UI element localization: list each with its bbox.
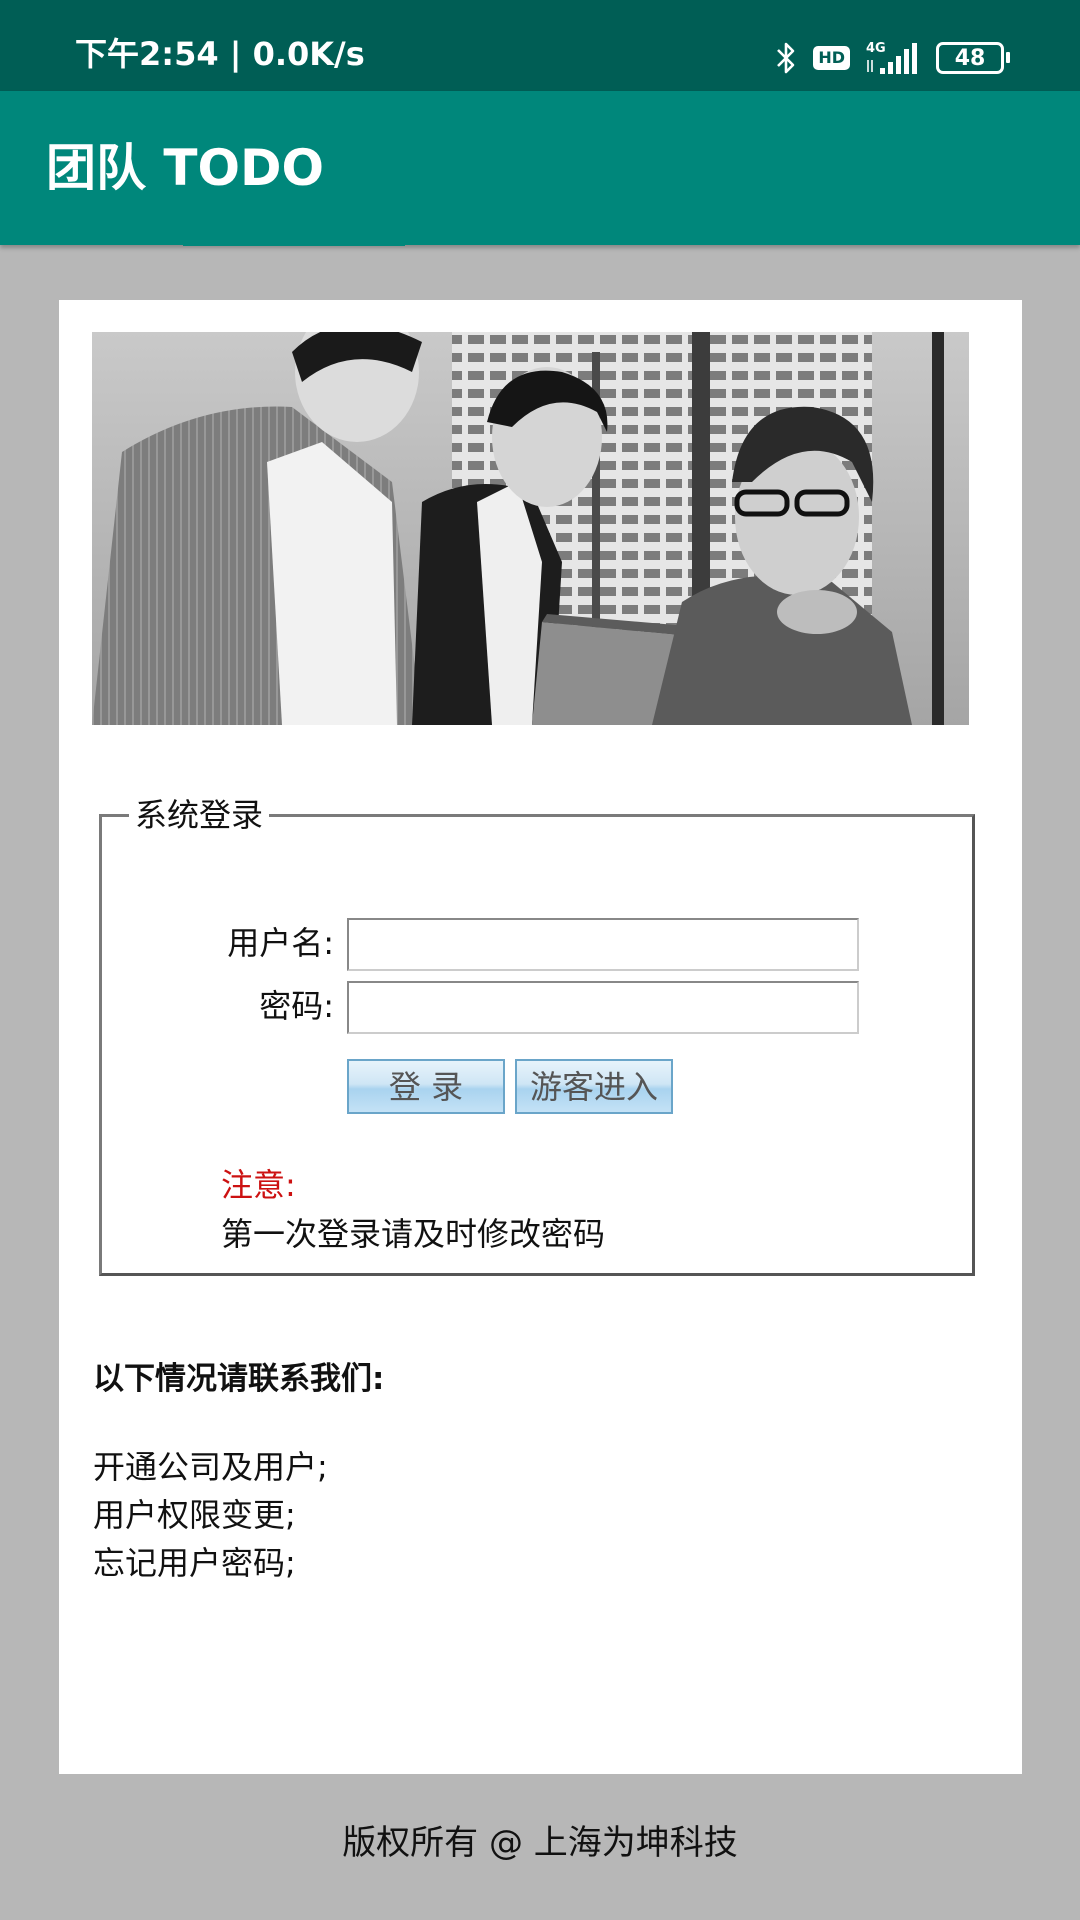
contact-item: 开通公司及用户; bbox=[93, 1448, 328, 1486]
login-button[interactable]: 登 录 bbox=[347, 1059, 505, 1115]
password-input[interactable] bbox=[347, 981, 859, 1035]
battery-icon: 48 bbox=[936, 42, 1010, 74]
status-bar: 下午2:54 | 0.0K/s HD 4G 48 bbox=[0, 0, 1080, 91]
tab-indicator bbox=[183, 242, 405, 246]
contact-item: 用户权限变更; bbox=[93, 1496, 296, 1534]
bluetooth-icon bbox=[777, 42, 795, 74]
username-input[interactable] bbox=[347, 918, 859, 972]
app-bar: 团队 TODO bbox=[0, 91, 1080, 245]
network-type-label: 4G bbox=[866, 41, 886, 56]
username-label: 用户名: bbox=[227, 924, 334, 963]
content-card: 系统登录 用户名: 密码: 登 录 游客进入 注意: 第一次登录请及时修改密码 … bbox=[59, 300, 1022, 1774]
login-box: 系统登录 用户名: 密码: 登 录 游客进入 注意: 第一次登录请及时修改密码 bbox=[99, 796, 975, 1276]
copyright-footer: 版权所有 @ 上海为坤科技 bbox=[342, 1823, 738, 1863]
signal-icon: 4G bbox=[866, 41, 917, 74]
note-text: 第一次登录请及时修改密码 bbox=[221, 1215, 606, 1254]
contact-item: 忘记用户密码; bbox=[93, 1544, 296, 1582]
guest-login-button[interactable]: 游客进入 bbox=[515, 1059, 673, 1115]
team-photo bbox=[92, 332, 969, 725]
login-box-legend: 系统登录 bbox=[135, 796, 264, 834]
contact-title: 以下情况请联系我们: bbox=[93, 1361, 385, 1397]
hd-icon: HD bbox=[813, 46, 850, 70]
battery-level: 48 bbox=[954, 45, 986, 71]
password-label: 密码: bbox=[259, 987, 334, 1026]
status-time: 下午2:54 | 0.0K/s bbox=[75, 35, 365, 73]
note-label: 注意: bbox=[221, 1166, 296, 1205]
status-icons: HD 4G 48 bbox=[773, 40, 1010, 76]
team-photo-image bbox=[92, 332, 969, 725]
app-title: 团队 TODO bbox=[46, 139, 325, 197]
